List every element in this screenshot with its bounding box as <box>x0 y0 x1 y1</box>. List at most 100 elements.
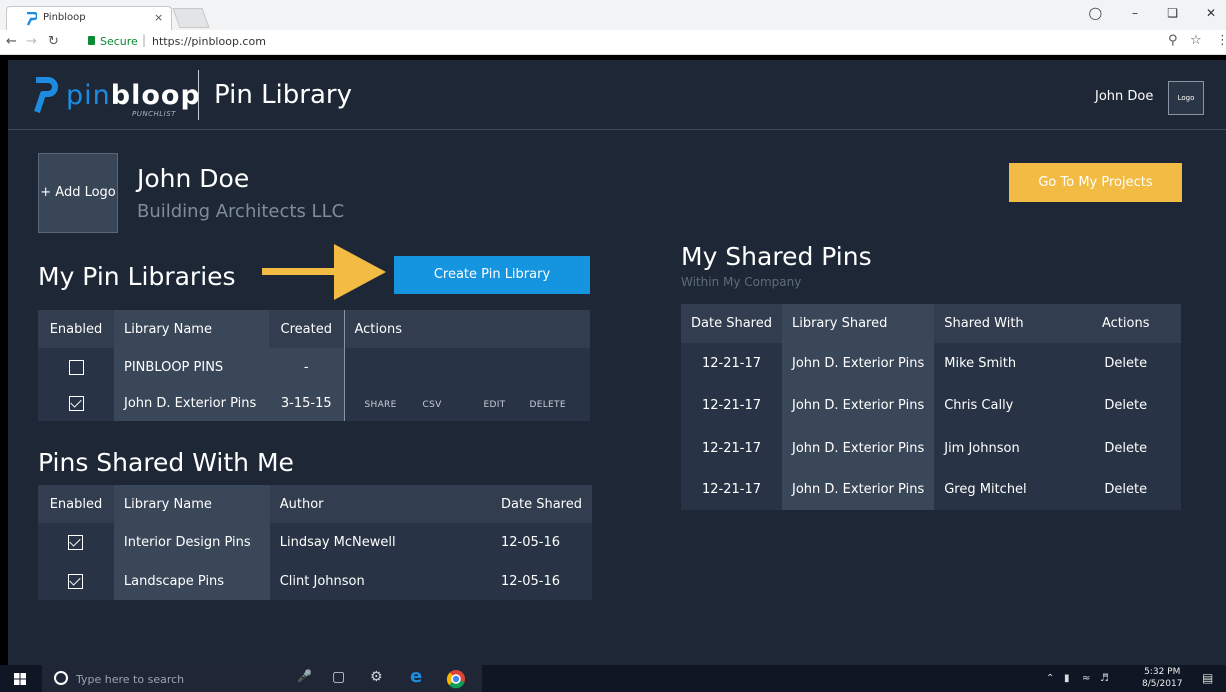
wifi-icon[interactable]: ≈ <box>1082 673 1090 684</box>
add-logo-button[interactable]: + Add Logo <box>38 153 118 233</box>
column-header: Date Shared <box>491 485 592 523</box>
column-header: Shared With <box>934 304 1071 343</box>
share-action[interactable]: SHARE <box>365 400 423 410</box>
go-to-projects-button[interactable]: Go To My Projects <box>1009 163 1182 202</box>
url-input[interactable]: Secure | https://pinbloop.com <box>82 33 1210 52</box>
table-row: 12-21-17 John D. Exterior Pins Mike Smit… <box>681 343 1181 383</box>
library-shared: John D. Exterior Pins <box>781 427 935 469</box>
table-row: Interior Design Pins Lindsay McNewell 12… <box>38 523 592 562</box>
library-name: John D. Exterior Pins <box>114 386 269 421</box>
clock-time: 5:32 PM <box>1144 667 1181 677</box>
app-icon[interactable]: ⚙ <box>370 669 383 685</box>
date-shared: 12-21-17 <box>681 469 782 510</box>
minimize-icon[interactable]: – <box>1132 6 1138 20</box>
bookmark-star-icon[interactable]: ☆ <box>1190 33 1202 48</box>
my-shared-pins-title: My Shared Pins <box>681 242 872 271</box>
app-header: pinbloop PUNCHLIST Pin Library John Doe … <box>8 60 1226 130</box>
delete-action[interactable]: Delete <box>1070 427 1181 469</box>
forward-icon[interactable]: → <box>26 34 37 49</box>
edge-browser-icon[interactable]: e <box>410 666 422 687</box>
windows-taskbar: Type here to search 🎤 ▢ ⚙ e ⌃ ▮ ≈ ♬ 5:32… <box>0 665 1226 692</box>
battery-icon[interactable]: ▮ <box>1064 673 1070 684</box>
author: Lindsay McNewell <box>269 523 491 562</box>
enabled-checkbox[interactable] <box>68 396 84 411</box>
delete-action[interactable]: Delete <box>1070 383 1181 427</box>
date-shared: 12-21-17 <box>681 383 782 427</box>
header-user-logo[interactable]: Logo <box>1168 81 1204 115</box>
delete-action[interactable]: DELETE <box>530 400 566 410</box>
enabled-checkbox[interactable] <box>68 573 84 589</box>
date-shared: 12-05-16 <box>491 523 592 562</box>
task-view-icon[interactable]: ▢ <box>332 669 345 685</box>
author: Clint Johnson <box>269 562 491 600</box>
table-header-row: Enabled Library Name Created Actions <box>38 310 590 348</box>
clock-date: 8/5/2017 <box>1142 679 1183 689</box>
tab-close-icon[interactable]: × <box>154 11 163 24</box>
url-text: https://pinbloop.com <box>152 35 266 48</box>
lock-icon <box>88 36 95 45</box>
browser-tab-bar: Pinbloop × ◯ – ❏ ✕ <box>0 0 1226 30</box>
column-header: Author <box>269 485 491 523</box>
column-header: Date Shared <box>681 304 782 343</box>
my-libraries-table: Enabled Library Name Created Actions PIN… <box>38 310 590 421</box>
zoom-icon[interactable]: ⚲ <box>1168 33 1178 48</box>
table-row: 12-21-17 John D. Exterior Pins Greg Mitc… <box>681 469 1181 510</box>
page-title: Pin Library <box>214 80 352 110</box>
volume-icon[interactable]: ♬ <box>1100 673 1109 684</box>
edit-action[interactable]: EDIT <box>484 400 530 410</box>
profile-company: Building Architects LLC <box>137 201 345 222</box>
shared-with: Greg Mitchel <box>934 469 1071 510</box>
library-shared: John D. Exterior Pins <box>781 383 935 427</box>
browser-tab[interactable]: Pinbloop × <box>6 6 172 30</box>
restore-icon[interactable]: ❏ <box>1167 6 1178 20</box>
url-separator: | <box>142 33 147 47</box>
windows-start-icon[interactable] <box>14 673 26 685</box>
menu-icon[interactable]: ⋮ <box>1216 33 1226 48</box>
table-row: John D. Exterior Pins 3-15-15 SHARE CSV ED… <box>38 386 590 421</box>
date-shared: 12-05-16 <box>491 562 592 600</box>
date-shared: 12-21-17 <box>681 427 782 469</box>
table-row: 12-21-17 John D. Exterior Pins Jim Johns… <box>681 427 1181 469</box>
shared-with: Mike Smith <box>934 343 1071 383</box>
microphone-icon[interactable]: 🎤 <box>297 669 312 683</box>
enabled-checkbox[interactable] <box>68 359 84 375</box>
my-shared-pins-subtitle: Within My Company <box>681 275 802 289</box>
tab-title: Pinbloop <box>43 12 86 23</box>
table-header-row: Date Shared Library Shared Shared With A… <box>681 304 1181 343</box>
created-date: - <box>269 348 344 386</box>
back-icon[interactable]: ← <box>6 34 17 49</box>
arrow-icon <box>262 244 386 300</box>
library-name: Interior Design Pins <box>113 523 270 562</box>
column-header: Actions <box>1070 304 1181 343</box>
profile-name: John Doe <box>137 164 250 193</box>
column-header: Library Shared <box>781 304 935 343</box>
enabled-checkbox[interactable] <box>68 535 84 550</box>
pinbloop-favicon-icon <box>26 12 37 26</box>
logo-wordmark: pinbloop <box>66 80 201 111</box>
reload-icon[interactable]: ↻ <box>48 34 59 49</box>
library-shared: John D. Exterior Pins <box>781 469 935 510</box>
table-header-row: Enabled Library Name Author Date Shared <box>38 485 592 523</box>
table-row: PINBLOOP PINS - <box>38 348 590 386</box>
my-pin-libraries-title: My Pin Libraries <box>38 262 236 291</box>
chrome-browser-icon[interactable] <box>446 669 466 689</box>
tray-chevron-icon[interactable]: ⌃ <box>1046 673 1054 684</box>
create-pin-library-button[interactable]: Create Pin Library <box>394 256 590 294</box>
shared-with: Chris Cally <box>934 383 1071 427</box>
delete-action[interactable]: Delete <box>1070 343 1181 383</box>
close-window-icon[interactable]: ✕ <box>1206 6 1216 20</box>
header-user-name[interactable]: John Doe <box>1095 89 1153 104</box>
new-tab-button[interactable] <box>172 8 210 28</box>
logo-subtitle: PUNCHLIST <box>132 110 176 118</box>
app-window: pinbloop PUNCHLIST Pin Library John Doe … <box>8 60 1226 665</box>
profile-icon[interactable]: ◯ <box>1089 6 1102 20</box>
table-row: Landscape Pins Clint Johnson 12-05-16 <box>38 562 592 600</box>
search-placeholder: Type here to search <box>76 673 185 686</box>
pins-shared-with-me-title: Pins Shared With Me <box>38 448 294 477</box>
column-header: Library Name <box>113 485 270 523</box>
notifications-icon[interactable]: ▤ <box>1202 671 1213 685</box>
csv-action[interactable]: CSV <box>423 400 484 410</box>
delete-action[interactable]: Delete <box>1070 469 1181 510</box>
address-bar: ← → ↻ Secure | https://pinbloop.com ⚲ ☆ … <box>0 30 1226 55</box>
taskbar-clock[interactable]: 5:32 PM 8/5/2017 <box>1142 666 1182 690</box>
